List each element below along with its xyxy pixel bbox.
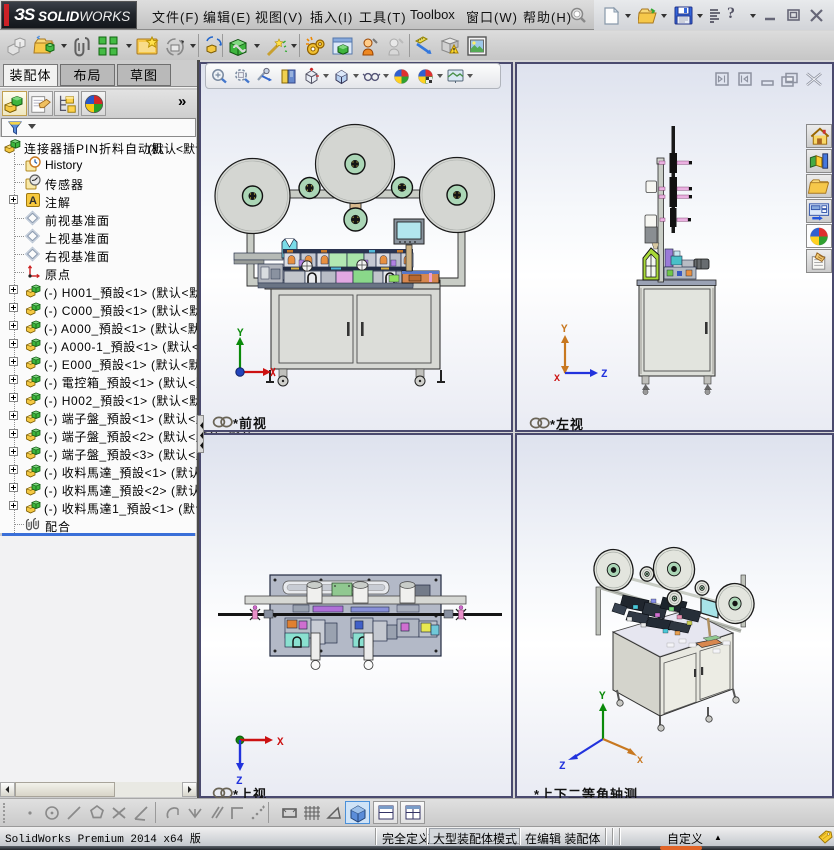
svg-text:X: X xyxy=(637,756,643,767)
svg-text:Y: Y xyxy=(561,324,568,336)
svg-text:X: X xyxy=(554,374,560,385)
svg-text:A: A xyxy=(29,195,37,207)
svg-text:X: X xyxy=(277,737,284,749)
svg-text:Y: Y xyxy=(237,328,244,340)
svg-text:Z: Z xyxy=(559,761,566,773)
svg-text:Y: Y xyxy=(599,691,606,703)
svg-text:Z: Z xyxy=(601,369,608,381)
